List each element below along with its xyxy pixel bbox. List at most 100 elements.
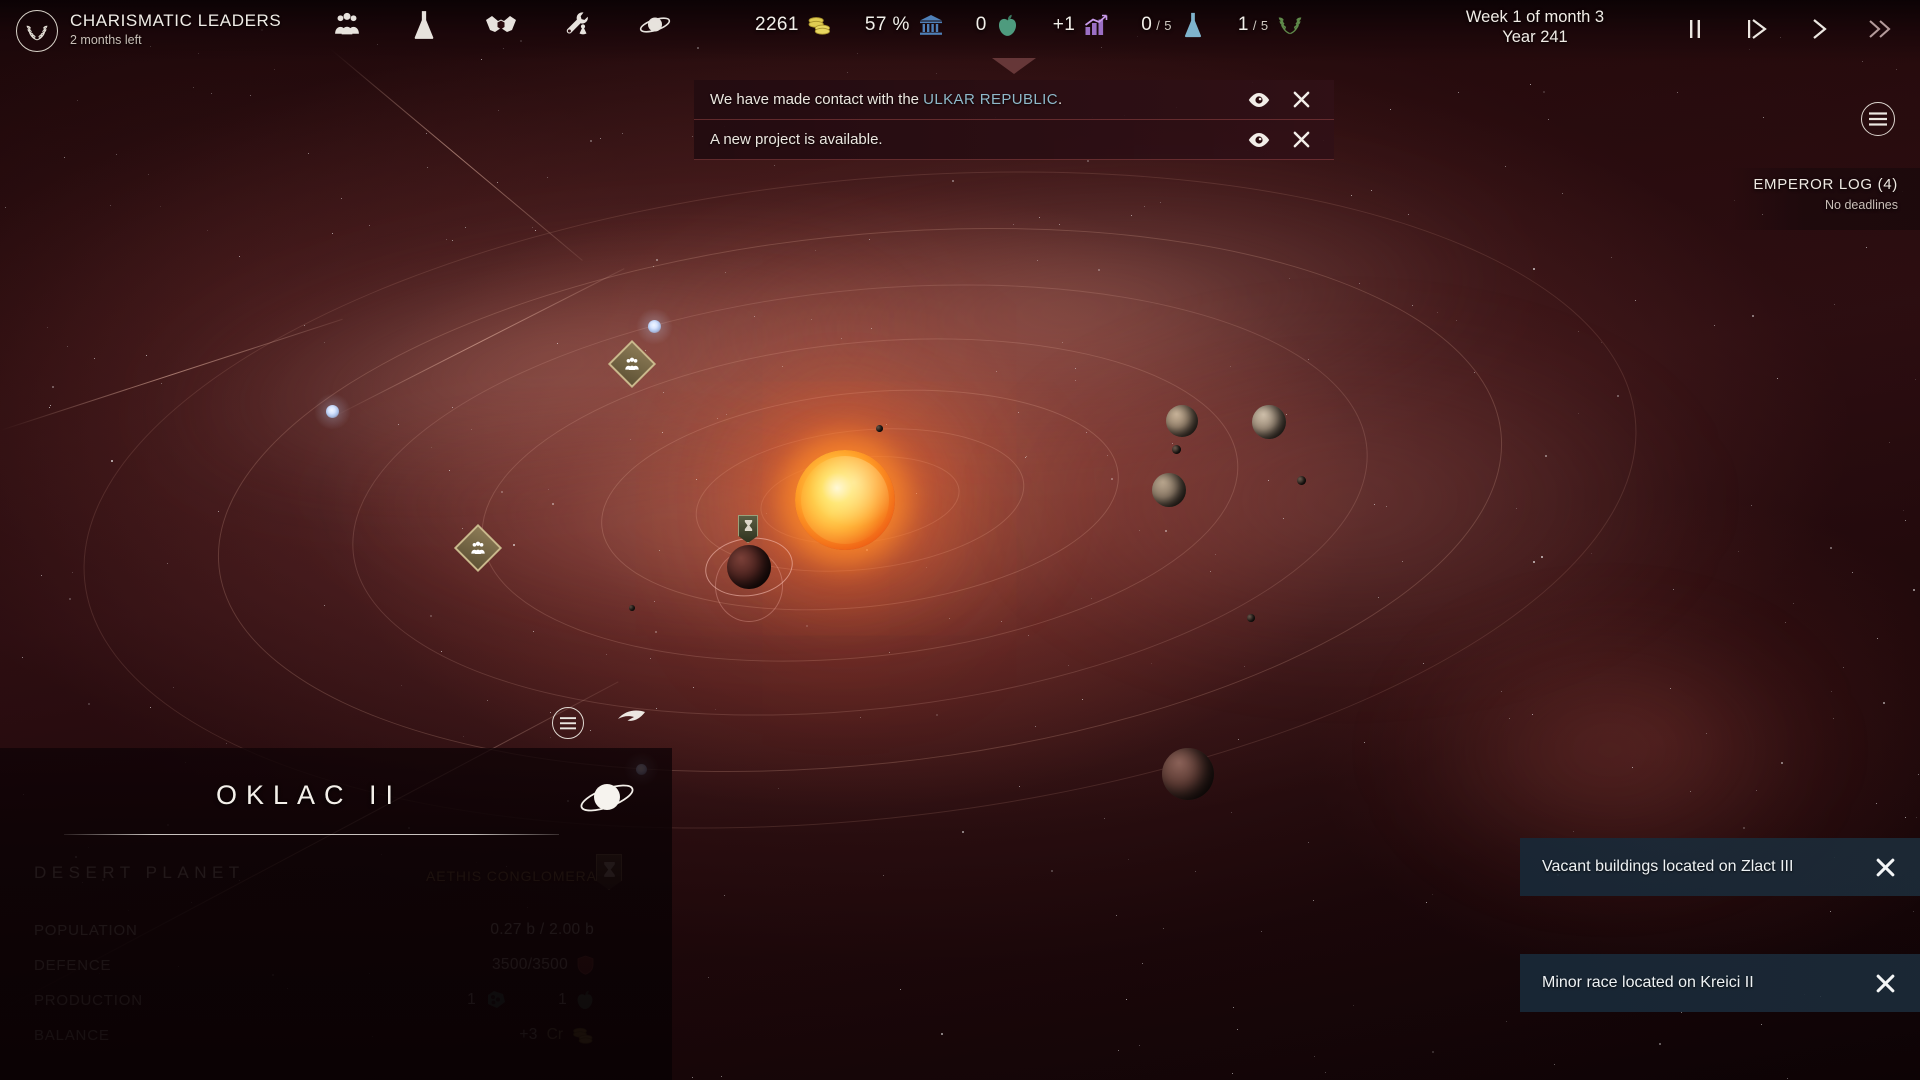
notification-text: A new project is available. bbox=[710, 131, 1246, 148]
asteroid bbox=[1297, 476, 1306, 485]
toast-text: Vacant buildings located on Zlact III bbox=[1542, 858, 1794, 875]
emperor-log-panel[interactable]: EMPEROR LOG (4) No deadlines bbox=[1728, 168, 1920, 230]
fastest-forward-button[interactable] bbox=[1866, 14, 1896, 44]
planet-body[interactable] bbox=[1252, 405, 1286, 439]
resource-value-credits: 2261 bbox=[755, 14, 799, 35]
system-star[interactable] bbox=[795, 450, 895, 550]
view-notification-button[interactable] bbox=[1246, 127, 1272, 153]
toast-text: Minor race located on Kreici II bbox=[1542, 974, 1754, 991]
page-title: OKLAC II bbox=[216, 780, 403, 810]
close-toast-button[interactable] bbox=[1872, 970, 1898, 996]
top-bar: CHARISMATIC LEADERS 2 months left 2261 5… bbox=[0, 0, 1920, 62]
laurel-icon bbox=[1277, 12, 1303, 38]
close-notification-button[interactable] bbox=[1288, 127, 1314, 153]
emperor-log-title: EMPEROR LOG (4) bbox=[1753, 176, 1898, 193]
notification-banner[interactable]: A new project is available. bbox=[694, 120, 1334, 160]
asteroid bbox=[876, 425, 883, 432]
shipyard-menu-button[interactable] bbox=[561, 8, 595, 42]
resource-value-food: 0 bbox=[975, 14, 987, 35]
view-notification-button[interactable] bbox=[1246, 87, 1272, 113]
double-chevron-right-icon bbox=[1869, 20, 1891, 38]
asteroid bbox=[629, 605, 635, 611]
eye-icon bbox=[1248, 92, 1270, 107]
resource-credits[interactable]: 2261 bbox=[755, 12, 833, 38]
resource-value-approval: 57 % bbox=[864, 14, 910, 35]
resource-bar: 2261 57 % 0 +1 0 / 5 1 / 5 bbox=[755, 12, 1303, 38]
close-toast-button[interactable] bbox=[1872, 854, 1898, 880]
planet-body[interactable] bbox=[1166, 405, 1198, 437]
planets-menu-button[interactable] bbox=[638, 8, 672, 42]
resource-research-projects[interactable]: 0 / 5 bbox=[1141, 12, 1206, 38]
category-icon-bar bbox=[330, 8, 672, 42]
toast-stack: Vacant buildings located on Zlact III Mi… bbox=[1520, 838, 1920, 1012]
notification-highlight: ULKAR REPUBLIC bbox=[923, 91, 1058, 108]
research-flask-icon bbox=[414, 11, 434, 39]
research-menu-button[interactable] bbox=[407, 8, 441, 42]
date-display: Week 1 of month 3 Year 241 bbox=[1430, 8, 1640, 47]
notification-actions bbox=[1246, 127, 1322, 153]
notification-text: We have made contact with the ULKAR REPU… bbox=[710, 91, 1246, 108]
asteroid bbox=[1247, 614, 1255, 622]
eye-icon bbox=[1248, 132, 1270, 147]
distant-star bbox=[636, 308, 673, 345]
notification-banner-stack: We have made contact with the ULKAR REPU… bbox=[694, 58, 1334, 160]
close-icon bbox=[1293, 91, 1309, 108]
play-step-icon bbox=[1748, 19, 1767, 39]
resource-value-research-projects: 0 / 5 bbox=[1141, 14, 1172, 35]
faction-banner-icon bbox=[744, 520, 752, 531]
main-menu-button[interactable] bbox=[1861, 102, 1895, 136]
date-year: Year 241 bbox=[1502, 28, 1568, 46]
planet-oklac-ii[interactable] bbox=[727, 545, 771, 589]
active-trait[interactable]: CHARISMATIC LEADERS 2 months left bbox=[70, 11, 281, 47]
senate-icon bbox=[918, 12, 944, 38]
resource-food[interactable]: 0 bbox=[976, 12, 1021, 38]
close-icon bbox=[1876, 974, 1894, 992]
resource-denominator-traits: / 5 bbox=[1248, 18, 1269, 33]
asteroid bbox=[1172, 445, 1181, 454]
resource-approval[interactable]: 57 % bbox=[865, 12, 944, 38]
hamburger-menu-icon bbox=[1869, 112, 1887, 126]
planet-info-panel: OKLAC II bbox=[0, 748, 672, 1080]
population-icon bbox=[335, 12, 359, 35]
close-icon bbox=[1876, 858, 1894, 876]
planet-body[interactable] bbox=[1162, 748, 1214, 800]
apple-icon bbox=[995, 12, 1021, 38]
speed-controls bbox=[1680, 14, 1896, 44]
trait-title: CHARISMATIC LEADERS bbox=[70, 11, 282, 30]
diplomacy-menu-button[interactable] bbox=[484, 8, 518, 42]
pause-button[interactable] bbox=[1680, 14, 1710, 44]
planet-body[interactable] bbox=[1152, 473, 1186, 507]
diplomacy-handshake-icon bbox=[486, 16, 516, 32]
emperor-log-subtitle: No deadlines bbox=[1825, 198, 1898, 212]
back-arrow-icon bbox=[618, 710, 645, 721]
planets-icon bbox=[639, 17, 671, 33]
resource-value-economy: +1 bbox=[1052, 14, 1076, 35]
divider bbox=[64, 834, 559, 835]
map-menu-button[interactable] bbox=[552, 707, 584, 739]
faction-badge[interactable] bbox=[16, 10, 58, 52]
population-menu-button[interactable] bbox=[330, 8, 364, 42]
date-week: Week 1 of month 3 bbox=[1465, 8, 1605, 26]
play-step-button[interactable] bbox=[1742, 14, 1772, 44]
laurel-wreath-icon bbox=[26, 25, 48, 41]
game-screen: CHARISMATIC LEADERS 2 months left 2261 5… bbox=[0, 0, 1920, 1080]
notification-text-after: . bbox=[1057, 91, 1063, 108]
map-back-button[interactable] bbox=[615, 708, 647, 736]
chevron-down-icon[interactable] bbox=[992, 58, 1036, 74]
resource-denominator-research-projects: / 5 bbox=[1152, 18, 1172, 33]
chevron-right-icon bbox=[1813, 19, 1827, 39]
close-notification-button[interactable] bbox=[1288, 87, 1314, 113]
growth-chart-icon bbox=[1083, 12, 1109, 38]
fast-forward-button[interactable] bbox=[1804, 14, 1834, 44]
resource-economy[interactable]: +1 bbox=[1053, 12, 1109, 38]
resource-traits[interactable]: 1 / 5 bbox=[1238, 12, 1303, 38]
notification-text-before: A new project is available. bbox=[710, 131, 883, 148]
coins-icon bbox=[807, 12, 833, 38]
toast-notification[interactable]: Vacant buildings located on Zlact III bbox=[1520, 838, 1920, 896]
ringed-planet-icon bbox=[577, 774, 637, 822]
pause-icon bbox=[1690, 20, 1700, 38]
notification-banner[interactable]: We have made contact with the ULKAR REPU… bbox=[694, 80, 1334, 120]
hamburger-menu-icon bbox=[560, 716, 576, 729]
toast-notification[interactable]: Minor race located on Kreici II bbox=[1520, 954, 1920, 1012]
notification-actions bbox=[1246, 87, 1322, 113]
